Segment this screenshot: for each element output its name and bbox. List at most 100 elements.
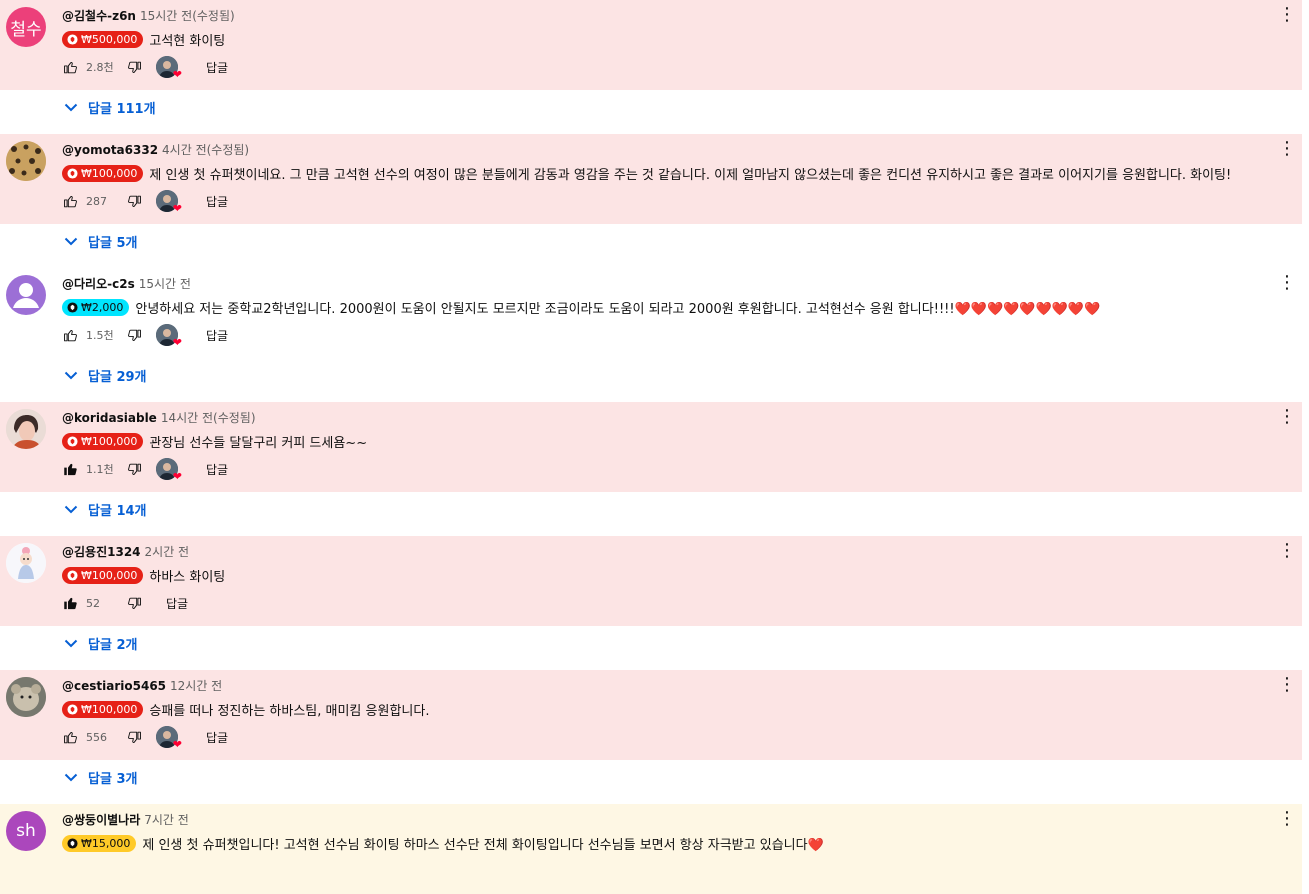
comment-time[interactable]: 4시간 전(수정됨) [162, 143, 249, 157]
comment-author[interactable]: @다리오-c2s [62, 277, 135, 291]
like-button[interactable] [62, 193, 78, 209]
comment-text: 관장님 선수들 달달구리 커피 드세욤~~ [149, 435, 368, 451]
comment-time[interactable]: 15시간 전(수정됨) [140, 9, 235, 23]
like-count: 52 [86, 596, 100, 610]
chevron-down-icon [64, 505, 88, 514]
reply-button[interactable]: 답글 [166, 595, 188, 612]
more-actions-icon[interactable]: ⋮ [1278, 542, 1296, 560]
avatar-initials: 철수 [10, 19, 42, 40]
super-chat-amount: ₩15,000 [81, 836, 131, 850]
comment-text: 고석현 화이팅 [149, 33, 226, 49]
replies-count: 답글 14개 [88, 503, 147, 519]
dislike-button[interactable] [126, 193, 142, 209]
comment-actions: 1.1천 ❤ 답글 [62, 456, 228, 482]
more-actions-icon[interactable]: ⋮ [1278, 810, 1296, 828]
more-actions-icon[interactable]: ⋮ [1278, 274, 1296, 292]
super-chat-amount-badge: ₩100,000 [62, 566, 144, 584]
super-chat-amount-badge: ₩100,000 [62, 432, 144, 450]
comment-author[interactable]: @yomota6332 [62, 143, 158, 157]
creator-heart: ❤ [156, 54, 182, 80]
super-chat-amount: ₩100,000 [81, 568, 138, 582]
like-count: 2.8천 [86, 61, 114, 74]
heart-icon: ❤ [172, 738, 182, 751]
comment-item: @cestiario5465 12시간 전 ₩100,000 승패를 떠나 정진하는 … [0, 670, 1302, 760]
comment-time[interactable]: 14시간 전(수정됨) [161, 411, 256, 425]
view-replies-button[interactable]: 답글 3개 [64, 766, 137, 788]
like-button[interactable] [62, 59, 78, 75]
comment-item: @다리오-c2s 15시간 전 ₩2,000 안녕하세요 저는 중학교2학년입니다. … [0, 268, 1302, 358]
super-chat-amount: ₩2,000 [81, 300, 124, 314]
avatar[interactable] [6, 543, 46, 583]
more-actions-icon[interactable]: ⋮ [1278, 6, 1296, 24]
replies-count: 답글 3개 [88, 771, 138, 787]
person-photo-image [6, 409, 46, 449]
avatar[interactable] [6, 275, 46, 315]
user-icon [13, 283, 39, 308]
comment-actions: 287 ❤ 답글 [62, 188, 228, 214]
comment-item: sh @쌍둥이별나라 7시간 전 ₩15,000 제 인생 첫 슈퍼챗입니다! 고석현 … [0, 804, 1302, 894]
comment-author[interactable]: @김철수-z6n [62, 9, 136, 23]
dislike-button[interactable] [126, 595, 142, 611]
comment-author[interactable]: @김용진1324 [62, 545, 141, 559]
like-count: 1.5천 [86, 329, 114, 342]
super-chat-icon [67, 33, 81, 45]
dislike-button[interactable] [126, 729, 142, 745]
comment-actions: 556 ❤ 답글 [62, 724, 228, 750]
reply-button[interactable]: 답글 [206, 729, 228, 746]
view-replies-button[interactable]: 답글 14개 [64, 498, 147, 520]
like-count: 287 [86, 194, 107, 208]
avatar[interactable] [6, 409, 46, 449]
comment-text: 제 인생 첫 슈퍼챗이네요. 그 만큼 고석현 선수의 여정이 많은 분들에게 … [149, 167, 1232, 183]
more-actions-icon[interactable]: ⋮ [1278, 676, 1296, 694]
comment-author[interactable]: @koridasiable [62, 411, 157, 425]
more-actions-icon[interactable]: ⋮ [1278, 140, 1296, 158]
heart-icon: ❤ [172, 202, 182, 215]
like-button[interactable] [62, 595, 78, 611]
comment-author[interactable]: @쌍둥이별나라 [62, 813, 140, 827]
like-button[interactable] [62, 461, 78, 477]
comment-actions: 2.8천 ❤ 답글 [62, 54, 228, 80]
comment-time[interactable]: 7시간 전 [144, 813, 189, 827]
heart-icon: ❤ [172, 68, 182, 81]
comment-time[interactable]: 15시간 전 [139, 277, 191, 291]
view-replies-button[interactable]: 답글 2개 [64, 632, 137, 654]
comment-time[interactable]: 2시간 전 [145, 545, 190, 559]
avatar[interactable]: sh [6, 811, 46, 851]
comment-text: 제 인생 첫 슈퍼챗입니다! 고석현 선수님 화이팅 하마스 선수단 전체 화이… [142, 837, 824, 853]
super-chat-amount: ₩500,000 [81, 32, 138, 46]
super-chat-amount-badge: ₩500,000 [62, 30, 144, 48]
replies-count: 답글 111개 [88, 101, 156, 117]
super-chat-icon [67, 167, 81, 179]
view-replies-button[interactable]: 답글 5개 [64, 230, 137, 252]
reply-button[interactable]: 답글 [206, 461, 228, 478]
avatar[interactable] [6, 141, 46, 181]
avatar[interactable]: 철수 [6, 7, 46, 47]
view-replies-button[interactable]: 답글 111개 [64, 96, 156, 118]
comment-text: 승패를 떠나 정진하는 하바스팀, 매미킴 응원합니다. [149, 703, 430, 719]
avatar-initials: sh [16, 821, 36, 841]
creator-heart: ❤ [156, 188, 182, 214]
comment-author[interactable]: @cestiario5465 [62, 679, 166, 693]
reply-button[interactable]: 답글 [206, 193, 228, 210]
replies-count: 답글 2개 [88, 637, 138, 653]
avatar[interactable] [6, 677, 46, 717]
like-button[interactable] [62, 327, 78, 343]
like-button[interactable] [62, 729, 78, 745]
comment-actions: 1.5천 ❤ 답글 [62, 322, 228, 348]
dislike-button[interactable] [126, 461, 142, 477]
more-actions-icon[interactable]: ⋮ [1278, 408, 1296, 426]
chevron-down-icon [64, 237, 88, 246]
view-replies-button[interactable]: 답글 29개 [64, 364, 147, 386]
reply-button[interactable]: 답글 [206, 59, 228, 76]
super-chat-amount: ₩100,000 [81, 434, 138, 448]
comment-time[interactable]: 12시간 전 [170, 679, 222, 693]
dislike-button[interactable] [126, 327, 142, 343]
reply-button[interactable]: 답글 [206, 327, 228, 344]
chevron-down-icon [64, 103, 88, 112]
super-chat-amount-badge: ₩100,000 [62, 164, 144, 182]
super-chat-amount-badge: ₩15,000 [62, 834, 137, 852]
replies-count: 답글 29개 [88, 369, 147, 385]
chevron-down-icon [64, 639, 88, 648]
comment-item: @koridasiable 14시간 전(수정됨) ₩100,000 관장님 선수들 … [0, 402, 1302, 492]
dislike-button[interactable] [126, 59, 142, 75]
